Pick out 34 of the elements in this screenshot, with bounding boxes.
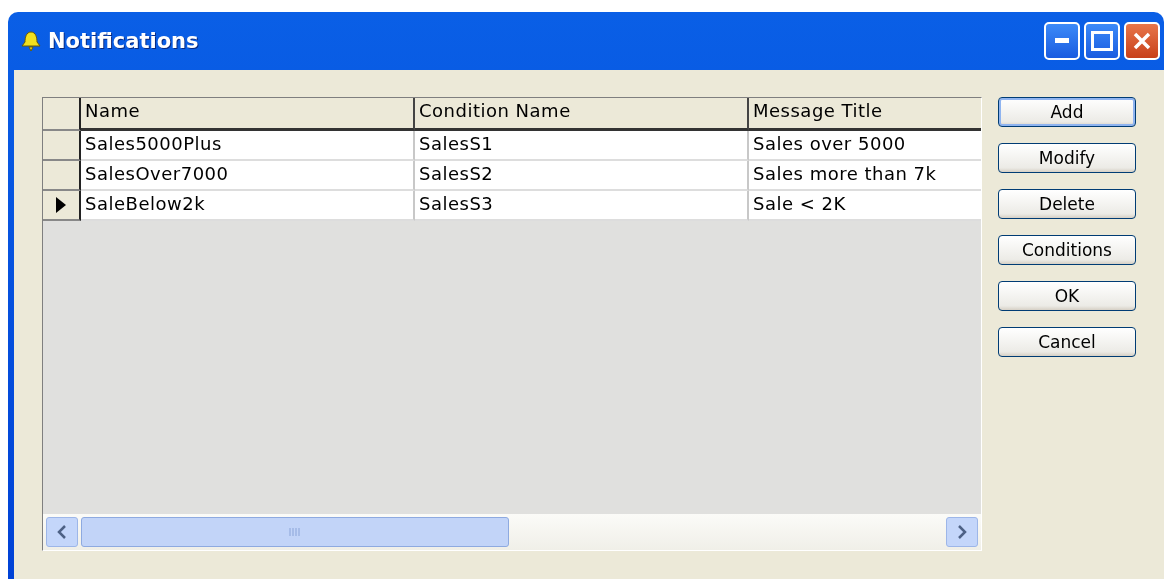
maximize-button[interactable] [1084, 22, 1120, 60]
bell-icon [20, 30, 42, 52]
dialog-button[interactable]: Add [998, 97, 1136, 127]
scroll-right-icon[interactable] [946, 517, 978, 547]
scroll-thumb[interactable] [81, 517, 509, 547]
scroll-left-icon[interactable] [46, 517, 78, 547]
column-header[interactable]: Message Title [749, 98, 981, 131]
table-cell: SalesS1 [415, 131, 749, 161]
table-cell: SalesOver7000 [81, 161, 415, 191]
table-cell: Sales over 5000 [749, 131, 981, 161]
table-cell: SalesS3 [415, 191, 749, 221]
dialog-button[interactable]: OK [998, 281, 1136, 311]
row-header[interactable] [43, 191, 81, 221]
dialog-button[interactable]: Cancel [998, 327, 1136, 357]
dialog-button[interactable]: Delete [998, 189, 1136, 219]
column-header[interactable]: Name [81, 98, 415, 131]
table-cell: Sales5000Plus [81, 131, 415, 161]
close-icon [1132, 31, 1152, 51]
dialog-button[interactable]: Modify [998, 143, 1136, 173]
maximize-icon [1091, 31, 1113, 51]
row-header[interactable] [43, 131, 81, 161]
close-button[interactable] [1124, 22, 1160, 60]
dialog-button[interactable]: Conditions [998, 235, 1136, 265]
horizontal-scrollbar[interactable] [43, 514, 981, 550]
table-cell: Sales more than 7k [749, 161, 981, 191]
minimize-icon [1055, 38, 1069, 44]
column-header[interactable]: Condition Name [415, 98, 749, 131]
row-header[interactable] [43, 161, 81, 191]
table-cell: Sale < 2K [749, 191, 981, 221]
window-title: Notifications [48, 29, 199, 53]
table-cell: SaleBelow2k [81, 191, 415, 221]
minimize-button[interactable] [1044, 22, 1080, 60]
table-cell: SalesS2 [415, 161, 749, 191]
current-row-icon [55, 196, 67, 214]
